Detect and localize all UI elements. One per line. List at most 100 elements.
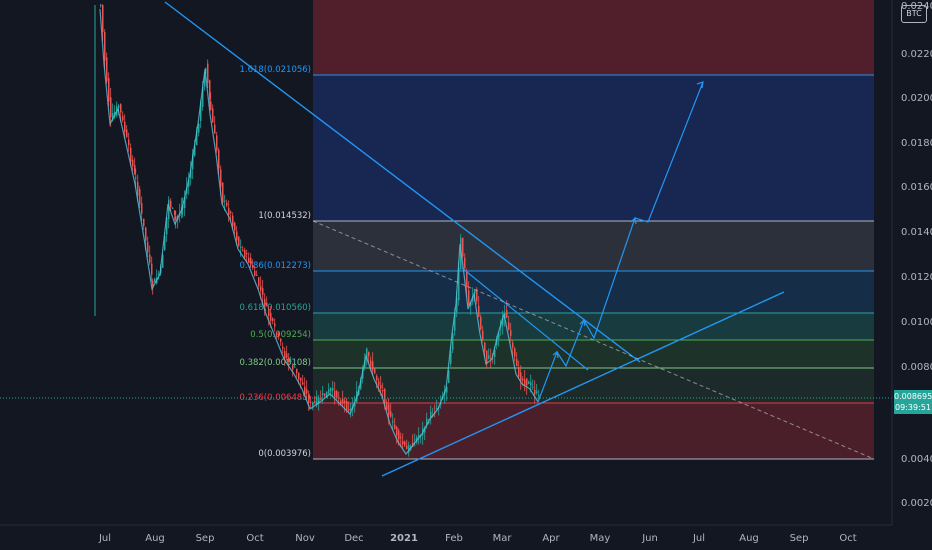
fib-label-0: 0(0.003976) [258,449,311,459]
bar-countdown: 09:39:51 [895,403,931,412]
candle-body [228,208,230,215]
candle-body [135,177,137,179]
candle-body [222,182,224,203]
time-axis[interactable]: Jul Aug Sep Oct Nov Dec 2021 Feb Mar Apr… [0,524,892,544]
candle-body [302,382,304,385]
candle-body [322,393,324,396]
candle-body [128,139,130,146]
candle-body [244,250,246,258]
candle-body [484,342,486,352]
candle-body [175,216,177,220]
candle-body [262,288,264,295]
candle-body [464,257,466,269]
last-price-value: 0.008695 [894,392,932,401]
candle-body [346,401,348,410]
candle-body [232,215,234,227]
candle-body [258,277,260,287]
candle-body [514,348,516,357]
candle-body [344,400,346,404]
candle-body [368,352,370,357]
x-label-feb: Feb [445,533,463,544]
candle-body [372,361,374,371]
x-label-jul-2: Jul [692,533,705,544]
candle-body [468,290,470,305]
candle-body [336,391,338,398]
fib-zone-top [313,0,874,75]
candle-body [234,222,236,231]
candle-body [516,359,518,366]
candle-body [406,445,408,450]
candle-body [392,421,394,423]
candle-body [130,147,132,162]
candle-body [238,236,240,246]
candle-body [396,426,398,436]
x-label-oct-2: Oct [839,533,856,544]
candle-body [284,351,286,359]
candle-body [280,338,282,342]
candle-body [282,346,284,349]
candle-body [390,411,392,417]
y-label-0014: 0.014000 [901,227,932,238]
y-label-0018: 0.018000 [901,138,932,149]
candle-body [524,379,526,386]
candle-body [348,408,350,411]
candle-body [530,382,532,386]
fib-zone-0786-0618 [313,271,874,313]
candle-body [124,121,126,133]
candle-body [220,169,222,187]
candle-body [342,398,344,404]
candle-body [404,441,406,446]
candle-body [394,424,396,429]
candle-body [380,385,382,389]
x-label-sep: Sep [196,533,215,544]
candle-body [224,200,226,202]
candle-body [110,97,112,118]
candle-body [274,323,276,327]
price-chart[interactable]: 1.618(0.021056) 1(0.014532) 0.786(0.0122… [0,0,932,550]
candle-body [246,253,248,255]
candle-body [510,330,512,336]
candle-body [230,211,232,214]
candle-body [260,286,262,291]
x-label-oct: Oct [246,533,263,544]
candle-body [207,63,209,83]
candle-body [378,381,380,386]
candle-body [520,372,522,381]
candle-body [141,203,143,214]
candle-body [308,394,310,404]
candle-body [266,302,268,306]
candle-body [384,389,386,404]
candle-body [370,360,372,367]
candle-body [170,200,172,208]
candle-body [147,242,149,253]
candle-body [172,207,174,209]
candle-body [488,355,490,359]
candle-body [120,104,122,113]
candle-body [264,299,266,307]
candle-body [536,391,538,393]
x-label-sep-2: Sep [790,533,809,544]
price-axis[interactable]: 0.024000 0.022000 0.020000 0.018000 0.01… [891,0,932,525]
candle-body [256,274,258,276]
candle-body [134,165,136,174]
candle-body [294,366,296,368]
y-label-0022: 0.022000 [901,49,932,60]
candle-body [300,377,302,381]
x-label-aug-2: Aug [739,533,759,544]
candle-body [292,365,294,370]
candle-body [312,402,314,406]
fib-zones [313,0,874,459]
candle-body [132,159,134,167]
candle-body [332,388,334,391]
candle-body [298,372,300,380]
candle-body [436,408,438,410]
candle-body [310,401,312,403]
candle-body [106,57,108,82]
candle-body [480,316,482,330]
candle-body [143,218,145,227]
currency-badge[interactable]: BTC [901,5,927,23]
candle-body [100,4,102,6]
x-label-may: May [590,533,611,544]
x-label-aug: Aug [145,533,165,544]
candle-body [286,353,288,358]
